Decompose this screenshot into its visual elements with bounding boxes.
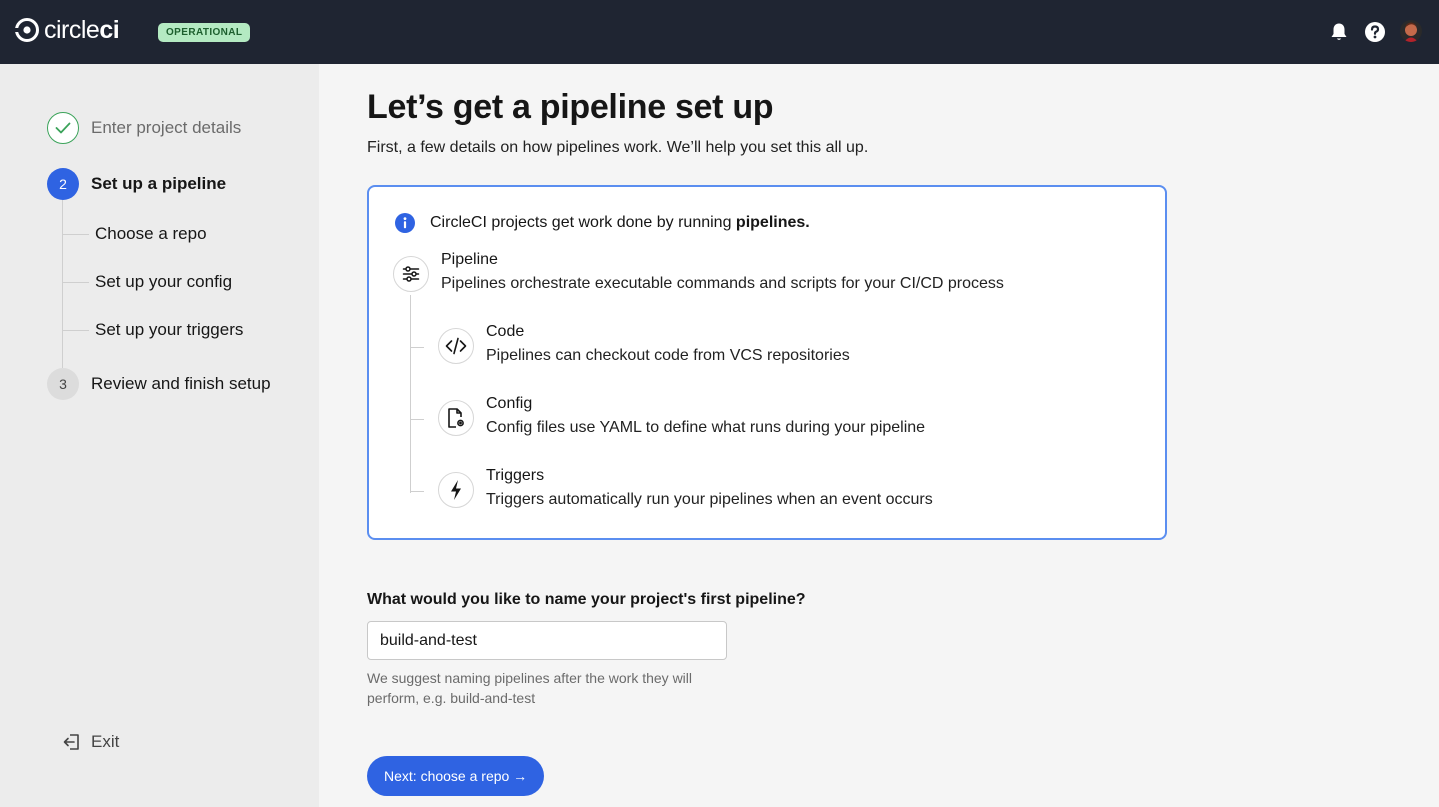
- page-title: Let’s get a pipeline set up: [367, 88, 774, 126]
- info-item-triggers: Triggers Triggers automatically run your…: [438, 467, 933, 512]
- avatar[interactable]: [1400, 20, 1422, 42]
- pipeline-info-card: CircleCI projects get work done by runni…: [367, 185, 1167, 540]
- info-item-pipeline: Pipeline Pipelines orchestrate executabl…: [393, 251, 1004, 296]
- exit-icon: [63, 734, 79, 750]
- info-icon: [395, 213, 415, 233]
- step-label: Review and finish setup: [91, 374, 271, 393]
- substep-choose-repo[interactable]: Choose a repo: [63, 224, 207, 244]
- info-item-desc: Pipelines orchestrate executable command…: [441, 275, 1004, 292]
- step-number: 2: [47, 168, 79, 200]
- info-item-desc: Triggers automatically run your pipeline…: [486, 491, 933, 508]
- tree-connector: [410, 295, 411, 493]
- lightning-icon: [438, 472, 474, 508]
- substep-tick: [63, 329, 89, 331]
- info-item-config: Config Config files use YAML to define w…: [438, 395, 926, 440]
- tree-tick: [410, 347, 424, 348]
- step-set-up-pipeline[interactable]: 2 Set up a pipeline: [47, 168, 226, 200]
- step-number: 3: [47, 368, 79, 400]
- tree-tick: [410, 419, 424, 420]
- step-label: Set up a pipeline: [91, 174, 227, 193]
- circleci-logo[interactable]: circleci: [15, 16, 120, 44]
- info-item-title: Config: [486, 395, 533, 412]
- info-item-title: Pipeline: [441, 251, 498, 268]
- substep-label: Choose a repo: [95, 224, 207, 243]
- top-bar: circleci OPERATIONAL: [0, 0, 1439, 64]
- pipeline-name-hint: We suggest naming pipelines after the wo…: [367, 670, 693, 706]
- help-icon[interactable]: [1363, 20, 1387, 44]
- substep-tick: [63, 233, 89, 235]
- config-file-icon: [438, 400, 474, 436]
- info-item-desc: Config files use YAML to define what run…: [486, 419, 926, 436]
- substep-set-up-config[interactable]: Set up your config: [63, 272, 232, 292]
- info-item-code: Code Pipelines can checkout code from VC…: [438, 323, 850, 368]
- pipeline-name-label: What would you like to name your project…: [367, 591, 806, 608]
- substep-label: Set up your config: [95, 272, 233, 291]
- substep-set-up-triggers[interactable]: Set up your triggers: [63, 320, 243, 340]
- substep-label: Set up your triggers: [95, 320, 244, 339]
- circleci-logo-icon: [15, 18, 39, 42]
- pipeline-name-input[interactable]: [367, 621, 727, 660]
- info-item-title: Triggers: [486, 467, 545, 484]
- step-enter-project-details[interactable]: Enter project details: [47, 112, 241, 144]
- substep-tick: [63, 281, 89, 283]
- logo-wordmark: circleci: [44, 16, 120, 44]
- sliders-icon: [393, 256, 429, 292]
- bell-icon[interactable]: [1327, 20, 1351, 44]
- status-badge[interactable]: OPERATIONAL: [158, 23, 251, 42]
- tree-tick: [410, 491, 424, 492]
- page-subtitle: First, a few details on how pipelines wo…: [367, 139, 869, 156]
- code-icon: [438, 328, 474, 364]
- info-intro-text: CircleCI projects get work done by runni…: [430, 214, 810, 231]
- setup-steps-sidebar: Enter project details 2 Set up a pipelin…: [0, 64, 319, 807]
- info-item-title: Code: [486, 323, 525, 340]
- next-choose-repo-button[interactable]: Next: choose a repo →: [367, 756, 545, 796]
- exit-button[interactable]: Exit: [63, 732, 119, 752]
- step-label: Enter project details: [91, 118, 242, 137]
- step-review-and-finish[interactable]: 3 Review and finish setup: [47, 368, 271, 400]
- check-icon: [47, 112, 79, 144]
- info-item-desc: Pipelines can checkout code from VCS rep…: [486, 347, 850, 364]
- exit-label: Exit: [91, 732, 120, 751]
- info-intro: CircleCI projects get work done by runni…: [395, 213, 810, 233]
